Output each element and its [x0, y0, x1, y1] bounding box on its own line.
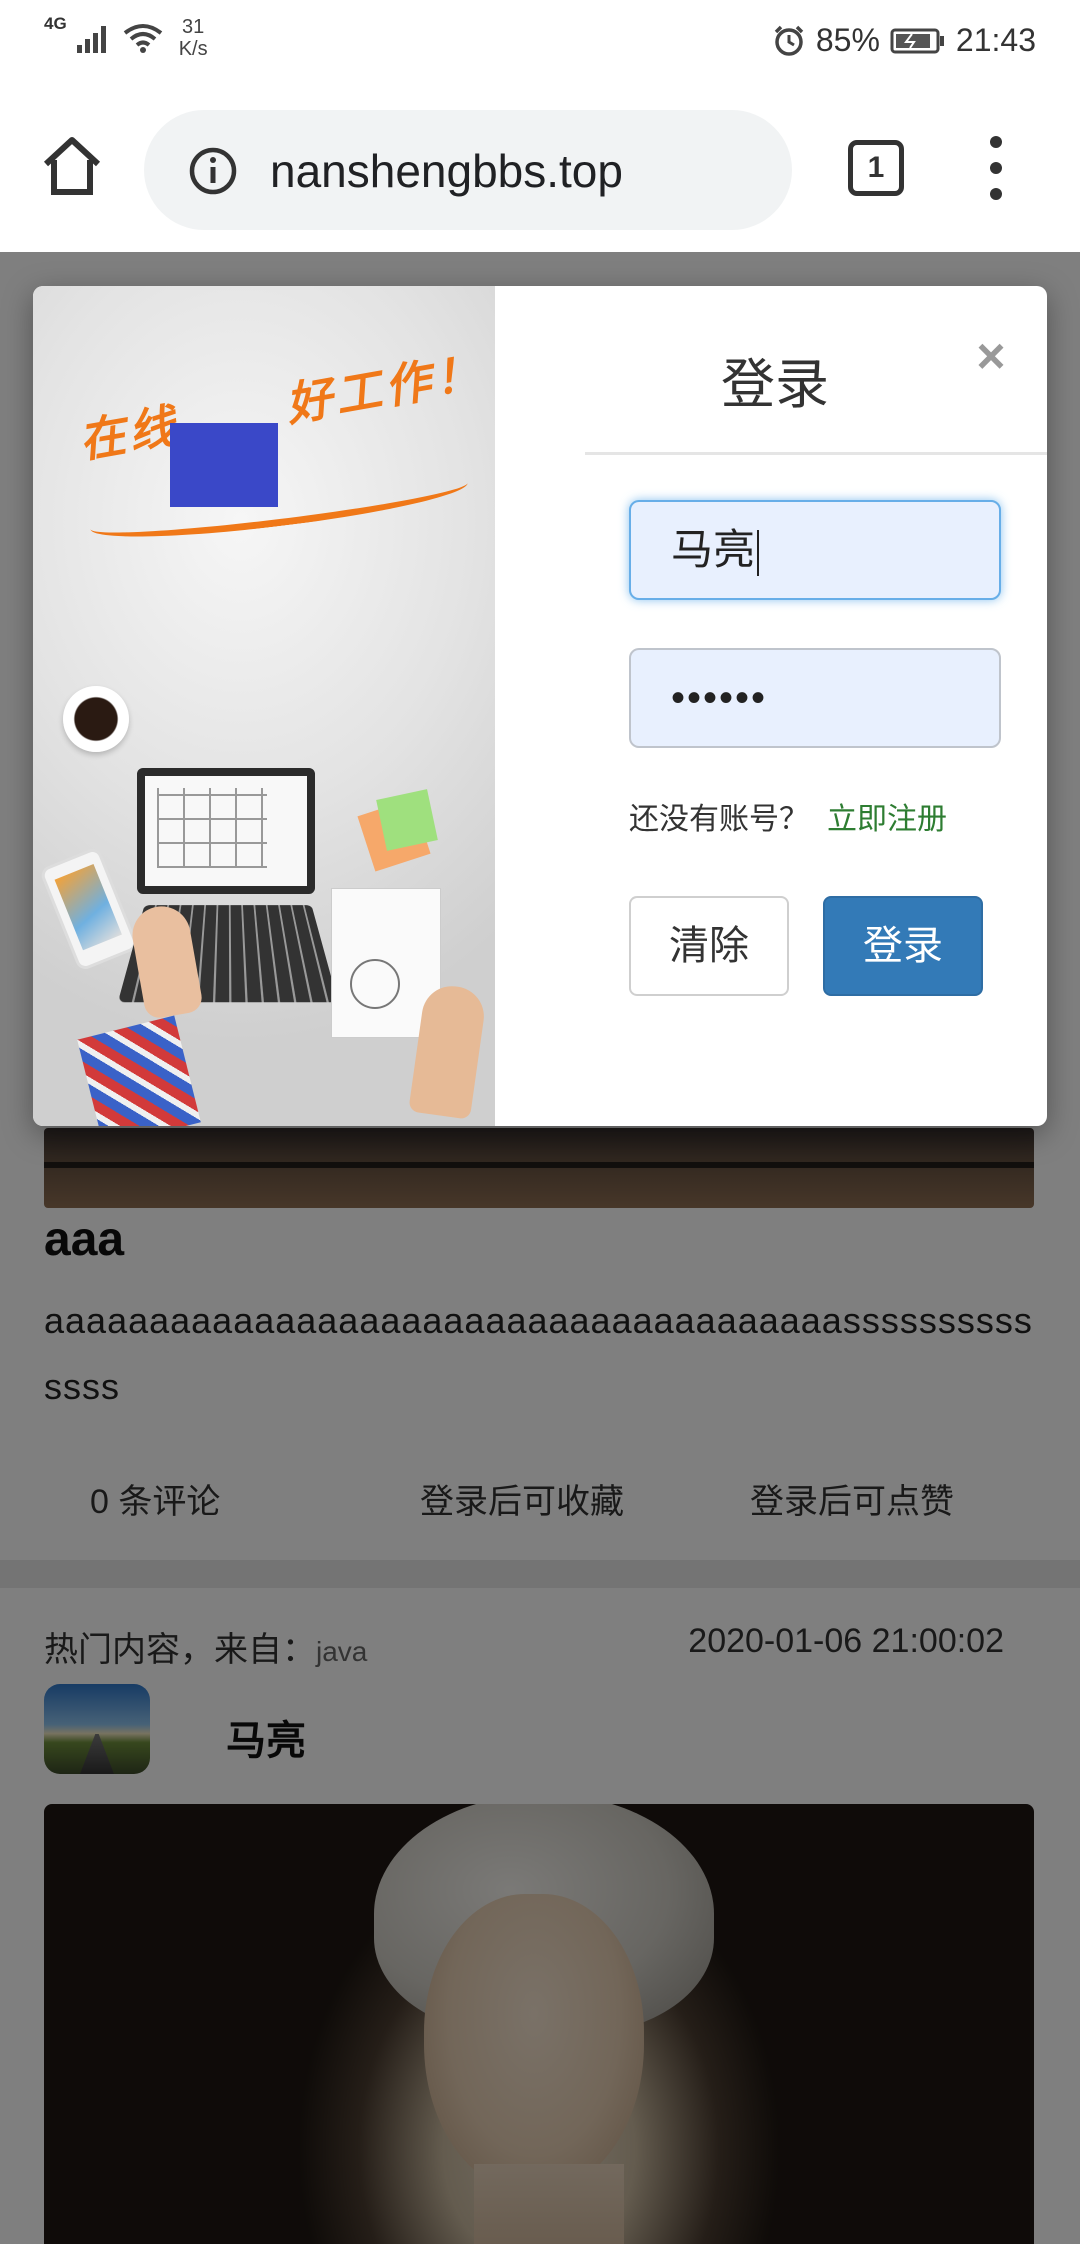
url-text: nanshengbbs.top	[270, 145, 623, 197]
close-icon[interactable]: ×	[965, 330, 1017, 382]
no-account-text: 还没有账号？	[629, 803, 809, 836]
network-speed: 31 K/s	[179, 16, 208, 60]
overflow-menu-icon[interactable]	[980, 136, 1012, 200]
browser-toolbar: nanshengbbs.top 1	[0, 86, 1080, 252]
redaction-box	[170, 423, 278, 507]
clock: 21:43	[955, 22, 1036, 58]
wifi-icon	[123, 24, 162, 53]
password-input[interactable]: ••••••	[629, 648, 1001, 748]
status-right: 85% 21:43	[772, 22, 1036, 59]
tab-switcher-button[interactable]: 1	[848, 140, 904, 196]
register-prompt: 还没有账号？ 立即注册	[629, 794, 947, 838]
login-button[interactable]: 登录	[823, 896, 983, 996]
address-bar[interactable]: nanshengbbs.top	[144, 110, 792, 230]
login-modal: 在线好工作！ 登录 × 马亮 •••••• 还没有账号？ 立即注册 清除 登录	[33, 286, 1047, 1126]
username-input[interactable]: 马亮	[629, 500, 1001, 600]
clear-button[interactable]: 清除	[629, 896, 789, 996]
status-left: 4G 31 K/s	[44, 14, 208, 60]
laptop-graphic	[137, 768, 315, 894]
network-type: 4G	[44, 14, 67, 33]
battery-percent: 85%	[815, 22, 880, 58]
alarm-icon	[774, 25, 804, 56]
coffee-cup	[63, 686, 129, 752]
slogan-text: 在线好工作！	[75, 345, 488, 468]
speed-value: 31	[182, 16, 205, 38]
register-link[interactable]: 立即注册	[827, 803, 947, 836]
speed-unit: K/s	[178, 38, 208, 60]
info-icon[interactable]	[188, 146, 238, 196]
login-illustration: 在线好工作！	[33, 286, 495, 1126]
status-bar: 4G 31 K/s 85% 21:43	[0, 0, 1080, 86]
modal-divider	[585, 452, 1047, 455]
text-caret	[757, 529, 760, 576]
signal-icon	[76, 26, 106, 53]
battery-icon	[890, 28, 944, 53]
phone-graphic	[38, 846, 140, 972]
home-icon[interactable]	[40, 134, 104, 198]
